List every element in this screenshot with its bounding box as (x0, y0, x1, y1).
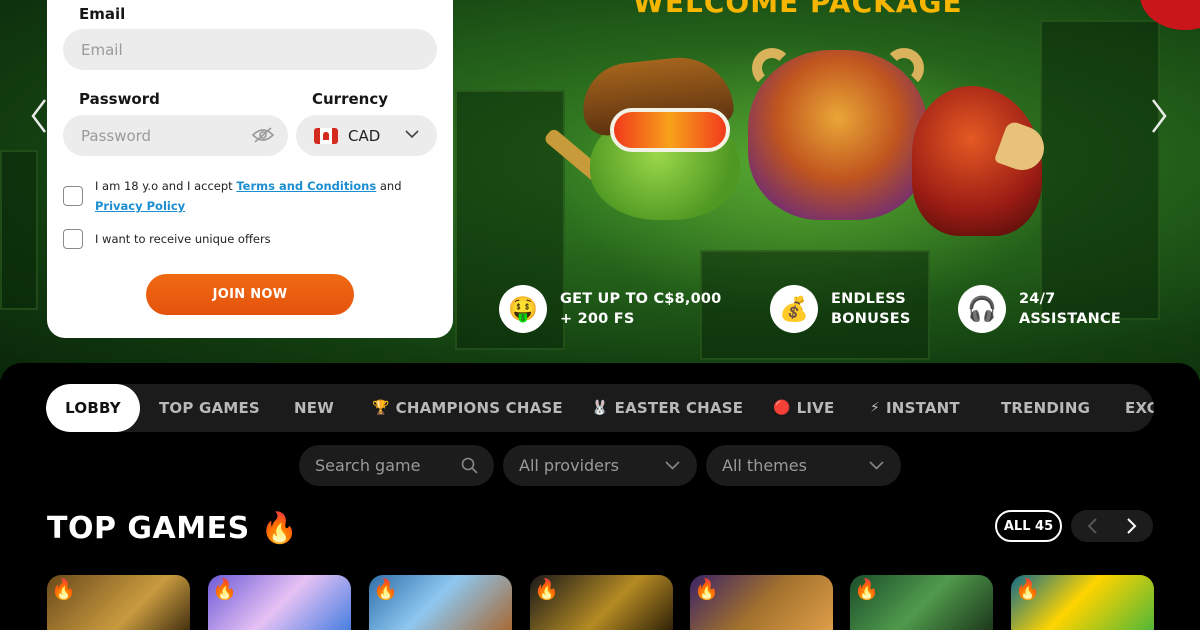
lightning-icon: ⚡ (870, 400, 881, 416)
game-card[interactable]: 🔥 (690, 575, 833, 630)
game-card[interactable]: 🔥 (208, 575, 351, 630)
currency-label: Currency (312, 90, 389, 108)
tab-easter-chase[interactable]: 🐰 EASTER CHASE (591, 384, 743, 432)
hero-building (1040, 20, 1160, 320)
terms-prefix: I am 18 y.o and I accept (95, 179, 237, 193)
tab-new[interactable]: NEW (294, 384, 334, 432)
tab-exclusive[interactable]: EXC (1125, 384, 1154, 432)
rabbit-icon: 🐰 (591, 400, 609, 416)
fire-icon: 🔥 (212, 577, 237, 601)
search-icon (461, 457, 478, 474)
game-card[interactable]: 🔥 (850, 575, 993, 630)
chevron-down-icon (869, 461, 884, 470)
tab-lobby[interactable]: LOBBY (46, 384, 140, 432)
tab-top-games[interactable]: TOP GAMES (159, 384, 260, 432)
tab-trending[interactable]: TRENDING (1001, 384, 1090, 432)
feature-line: GET UP TO C$8,000 (560, 291, 722, 307)
canada-flag-icon (314, 127, 338, 144)
password-label: Password (79, 90, 160, 108)
offers-checkbox[interactable] (63, 229, 83, 249)
tab-label: CHAMPIONS CHASE (395, 399, 563, 417)
all-games-button[interactable]: ALL 45 (995, 510, 1062, 542)
providers-dropdown[interactable]: All providers (503, 445, 697, 486)
hero-building (0, 150, 38, 310)
feature-line: + 200 FS (560, 311, 635, 327)
feature-line: 24/7 (1019, 291, 1056, 307)
tab-label: LIVE (796, 399, 835, 417)
carousel-nav (1071, 510, 1153, 542)
trophy-icon: 🏆 (372, 400, 390, 416)
join-now-button[interactable]: JOIN NOW (146, 274, 354, 315)
search-placeholder: Search game (315, 456, 421, 475)
headphones-icon: 🎧 (958, 285, 1006, 333)
email-input[interactable] (81, 40, 437, 59)
tab-live[interactable]: 🔴 LIVE (773, 384, 834, 432)
registration-form: Email Password Currency CAD I am 18 y.o … (47, 0, 453, 338)
fire-icon: 🔥 (854, 577, 879, 601)
themes-value: All themes (722, 456, 807, 475)
hero-title: WELCOME PACKAGE (633, 0, 963, 19)
terms-and: and (376, 179, 402, 193)
fire-icon: 🔥 (260, 511, 299, 546)
live-dot-icon: 🔴 (773, 400, 791, 416)
terms-checkbox[interactable] (63, 186, 83, 206)
fire-icon: 🔥 (373, 577, 398, 601)
currency-select[interactable]: CAD (296, 115, 437, 156)
password-field[interactable] (63, 115, 288, 156)
money-face-icon: 🤑 (499, 285, 547, 333)
terms-text: I am 18 y.o and I accept Terms and Condi… (95, 176, 425, 216)
privacy-link[interactable]: Privacy Policy (95, 199, 185, 213)
next-icon[interactable] (1121, 515, 1141, 537)
tab-instant[interactable]: ⚡ INSTANT (870, 384, 960, 432)
chevron-down-icon (665, 461, 680, 470)
frog-sunglasses (610, 108, 730, 152)
email-field[interactable] (63, 29, 437, 70)
fire-icon: 🔥 (694, 577, 719, 601)
terms-link[interactable]: Terms and Conditions (236, 179, 376, 193)
buffalo-horn (884, 48, 924, 88)
tab-label: INSTANT (886, 399, 960, 417)
themes-dropdown[interactable]: All themes (706, 445, 901, 486)
search-game-field[interactable]: Search game (299, 445, 494, 486)
section-title: TOP GAMES 🔥 (47, 511, 299, 546)
tab-label: EASTER CHASE (614, 399, 744, 417)
game-card[interactable]: 🔥 (1011, 575, 1154, 630)
fire-icon: 🔥 (534, 577, 559, 601)
feature-line: ENDLESS (831, 291, 906, 307)
offers-text: I want to receive unique offers (95, 232, 271, 246)
buffalo-horn (752, 48, 792, 88)
category-tabs: LOBBY TOP GAMES NEW 🏆 CHAMPIONS CHASE 🐰 EA… (46, 384, 1154, 432)
game-card[interactable]: 🔥 (47, 575, 190, 630)
lobby-panel: LOBBY TOP GAMES NEW 🏆 CHAMPIONS CHASE 🐰 EA… (0, 363, 1200, 630)
feature-endless-bonuses: 💰 ENDLESS BONUSES (770, 285, 910, 333)
fire-icon: 🔥 (1015, 577, 1040, 601)
hero-prev-arrow[interactable] (30, 98, 48, 134)
fire-icon: 🔥 (51, 577, 76, 601)
currency-value: CAD (348, 126, 381, 145)
feature-welcome-bonus: 🤑 GET UP TO C$8,000 + 200 FS (499, 285, 721, 333)
prev-icon[interactable] (1083, 515, 1103, 537)
email-label: Email (79, 5, 126, 23)
game-card[interactable]: 🔥 (530, 575, 673, 630)
providers-value: All providers (519, 456, 619, 475)
money-bag-icon: 💰 (770, 285, 818, 333)
feature-line: BONUSES (831, 311, 911, 327)
feature-line: ASSISTANCE (1019, 311, 1121, 327)
chevron-down-icon (405, 130, 419, 139)
eye-off-icon[interactable] (252, 127, 274, 143)
section-title-text: TOP GAMES (47, 511, 250, 546)
tab-champions-chase[interactable]: 🏆 CHAMPIONS CHASE (372, 384, 563, 432)
feature-assistance: 🎧 24/7 ASSISTANCE (958, 285, 1121, 333)
game-card[interactable]: 🔥 (369, 575, 512, 630)
hero-next-arrow[interactable] (1150, 98, 1168, 134)
